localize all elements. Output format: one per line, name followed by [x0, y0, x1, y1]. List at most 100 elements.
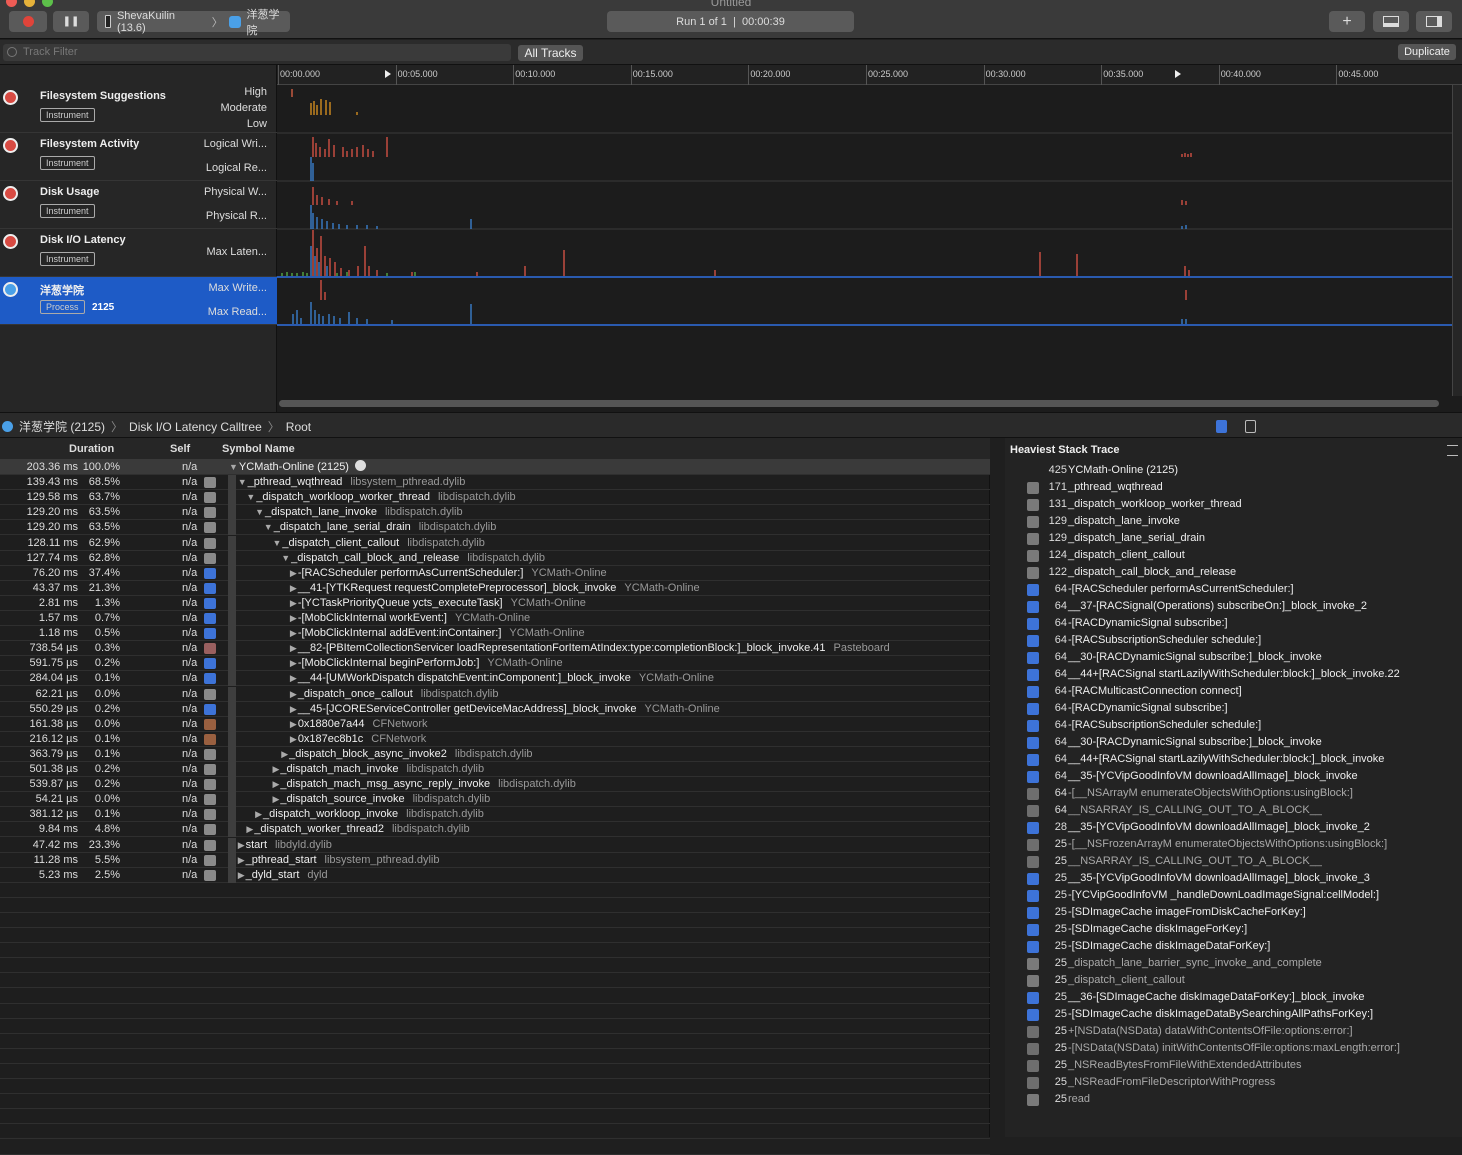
table-row[interactable]: 9.84 ms 4.8% n/a ▶_dispatch_worker_thread2 l…: [0, 822, 990, 838]
breadcrumb-calltree[interactable]: Disk I/O Latency Calltree: [129, 420, 262, 434]
table-row[interactable]: 47.42 ms 23.3% n/a ▶start libdyld.dylib: [0, 837, 990, 853]
table-row[interactable]: 591.75 µs 0.2% n/a ▶-[MobClickInternal begi…: [0, 656, 990, 672]
disclosure-closed-icon[interactable]: ▶: [238, 840, 245, 850]
disclosure-closed-icon[interactable]: ▶: [290, 613, 297, 623]
column-header-symbol[interactable]: Symbol Name: [222, 443, 295, 455]
stack-frame[interactable]: 25 -[__NSFrozenArrayM enumerateObjectsWit…: [1005, 836, 1462, 853]
stack-frame[interactable]: 122 _dispatch_call_block_and_release: [1005, 564, 1462, 581]
disclosure-closed-icon[interactable]: ▶: [290, 628, 297, 638]
stack-frame[interactable]: 425 YCMath-Online (2125): [1005, 462, 1462, 479]
record-button[interactable]: [9, 11, 47, 32]
toggle-detail-button[interactable]: [1373, 11, 1409, 32]
extended-detail-icon[interactable]: [1216, 420, 1227, 433]
stack-frame[interactable]: 25 _dispatch_lane_barrier_sync_invoke_and…: [1005, 955, 1462, 972]
breadcrumb-root[interactable]: Root: [286, 420, 311, 434]
stack-frame[interactable]: 25 -[SDImageCache diskImageDataForKey:]: [1005, 938, 1462, 955]
stack-frame[interactable]: 64 __NSARRAY_IS_CALLING_OUT_TO_A_BLOCK__: [1005, 802, 1462, 819]
stack-frame[interactable]: 131 _dispatch_workloop_worker_thread: [1005, 496, 1462, 513]
stack-frame[interactable]: 25 -[SDImageCache imageFromDiskCacheForKe…: [1005, 904, 1462, 921]
disclosure-closed-icon[interactable]: ▶: [290, 583, 297, 593]
disclosure-closed-icon[interactable]: ▶: [290, 704, 297, 714]
stack-frame[interactable]: 64 -[__NSArrayM enumerateObjectsWithOptio…: [1005, 785, 1462, 802]
stack-frame[interactable]: 64 -[RACSubscriptionScheduler schedule:]: [1005, 632, 1462, 649]
stack-frame[interactable]: 25 _dispatch_client_callout: [1005, 972, 1462, 989]
table-row[interactable]: 62.21 µs 0.0% n/a ▶_dispatch_once_callout li…: [0, 686, 990, 702]
add-instrument-button[interactable]: +: [1329, 11, 1365, 32]
marker-icon[interactable]: [1175, 70, 1181, 78]
disclosure-closed-icon[interactable]: ▶: [246, 824, 253, 834]
table-row[interactable]: 550.29 µs 0.2% n/a ▶__45-[JCOREServiceContr…: [0, 701, 990, 717]
stack-frame[interactable]: 25 __36-[SDImageCache diskImageDataForKey…: [1005, 989, 1462, 1006]
stack-frame[interactable]: 25 -[SDImageCache diskImageForKey:]: [1005, 921, 1462, 938]
column-header-self[interactable]: Self: [170, 443, 190, 455]
collapse-icon[interactable]: [1447, 445, 1458, 456]
stack-frame[interactable]: 25 _NSReadFromFileDescriptorWithProgress: [1005, 1074, 1462, 1091]
disclosure-closed-icon[interactable]: ▶: [273, 779, 280, 789]
timeline-ruler[interactable]: 00:00.000 00:05.000 00:10.000 00:15.000 00:2…: [277, 65, 1462, 85]
target-selector[interactable]: ShevaKuilin (13.6) 〉 洋葱学院: [97, 9, 290, 37]
marker-icon[interactable]: [385, 70, 391, 78]
disclosure-closed-icon[interactable]: ▶: [281, 749, 288, 759]
stack-frame[interactable]: 25 -[YCVipGoodInfoVM _handleDownLoadImage…: [1005, 887, 1462, 904]
table-row[interactable]: 5.23 ms 2.5% n/a ▶_dyld_start dyld: [0, 867, 990, 883]
disclosure-closed-icon[interactable]: ▶: [290, 658, 297, 668]
disclosure-closed-icon[interactable]: ▶: [273, 794, 280, 804]
table-row[interactable]: 43.37 ms 21.3% n/a ▶__41-[YTKRequest reques…: [0, 580, 990, 596]
disclosure-open-icon[interactable]: ▼: [229, 462, 238, 472]
table-row[interactable]: 76.20 ms 37.4% n/a ▶-[RACScheduler performA…: [0, 565, 990, 581]
disclosure-closed-icon[interactable]: ▶: [290, 598, 297, 608]
stack-frame[interactable]: 64 -[RACSubscriptionScheduler schedule:]: [1005, 717, 1462, 734]
track-disk-usage[interactable]: Disk Usage Instrument Physical W... Phys…: [0, 181, 277, 229]
table-row[interactable]: 129.58 ms 63.7% n/a ▼_dispatch_workloop_wor…: [0, 490, 990, 506]
timeline-plot[interactable]: [277, 85, 1452, 396]
table-row[interactable]: 129.20 ms 63.5% n/a ▼_dispatch_lane_invoke l…: [0, 505, 990, 521]
stack-frame[interactable]: 25 -[NSData(NSData) initWithContentsOfFil…: [1005, 1040, 1462, 1057]
table-row[interactable]: 128.11 ms 62.9% n/a ▼_dispatch_client_callo…: [0, 535, 990, 551]
disclosure-closed-icon[interactable]: ▶: [290, 568, 297, 578]
stack-frame[interactable]: 25 __35-[YCVipGoodInfoVM downloadAllImage…: [1005, 870, 1462, 887]
stack-frame[interactable]: 64 __37-[RACSignal(Operations) subscribeO…: [1005, 598, 1462, 615]
table-row[interactable]: 1.57 ms 0.7% n/a ▶-[MobClickInternal workEv…: [0, 611, 990, 626]
disclosure-open-icon[interactable]: ▼: [281, 553, 290, 563]
stack-frame[interactable]: 64 __30-[RACDynamicSignal subscribe:]_blo…: [1005, 734, 1462, 751]
stack-frame[interactable]: 64 __30-[RACDynamicSignal subscribe:]_blo…: [1005, 649, 1462, 666]
disclosure-open-icon[interactable]: ▼: [238, 477, 247, 487]
toggle-inspector-button[interactable]: [1416, 11, 1452, 32]
table-row[interactable]: 363.79 µs 0.1% n/a ▶_dispatch_block_async_i…: [0, 746, 990, 762]
table-row[interactable]: 539.87 µs 0.2% n/a ▶_dispatch_mach_msg_asyn…: [0, 777, 990, 793]
table-row[interactable]: 216.12 µs 0.1% n/a ▶0x187ec8b1c CFNetwork: [0, 731, 990, 747]
stack-frame[interactable]: 25 __NSARRAY_IS_CALLING_OUT_TO_A_BLOCK__: [1005, 853, 1462, 870]
track-filter-input[interactable]: Track Filter: [3, 44, 511, 61]
stack-frame[interactable]: 64 -[RACMulticastConnection connect]: [1005, 683, 1462, 700]
table-row[interactable]: 161.38 µs 0.0% n/a ▶0x1880e7a44 CFNetwork: [0, 716, 990, 732]
table-row[interactable]: 203.36 ms 100.0% n/a ▼YCMath-Online (2125): [0, 460, 990, 475]
table-row[interactable]: 127.74 ms 62.8% n/a ▼_dispatch_call_block_a…: [0, 550, 990, 566]
disclosure-closed-icon[interactable]: ▶: [290, 673, 297, 683]
stack-frame[interactable]: 64 __35-[YCVipGoodInfoVM downloadAllImage…: [1005, 768, 1462, 785]
stack-frame[interactable]: 25 -[SDImageCache diskImageDataBySearchin…: [1005, 1006, 1462, 1023]
disclosure-open-icon[interactable]: ▼: [255, 507, 264, 517]
track-filesystem-suggestions[interactable]: Filesystem Suggestions Instrument High M…: [0, 85, 277, 133]
pause-button[interactable]: ❚❚: [53, 11, 89, 32]
all-tracks-button[interactable]: All Tracks: [518, 45, 583, 61]
table-row[interactable]: 738.54 µs 0.3% n/a ▶__82-[PBItemCollectionS…: [0, 641, 990, 657]
disclosure-closed-icon[interactable]: ▶: [255, 809, 262, 819]
disclosure-closed-icon[interactable]: ▶: [238, 855, 245, 865]
table-row[interactable]: 129.20 ms 63.5% n/a ▼_dispatch_lane_serial_…: [0, 520, 990, 536]
stack-frame[interactable]: 25 read: [1005, 1091, 1462, 1108]
stack-frame[interactable]: 129 _dispatch_lane_invoke: [1005, 513, 1462, 530]
disclosure-closed-icon[interactable]: ▶: [273, 764, 280, 774]
column-header-duration[interactable]: Duration: [69, 443, 114, 455]
table-row[interactable]: 2.81 ms 1.3% n/a ▶-[YCTaskPriorityQueue yct…: [0, 595, 990, 611]
stack-frame[interactable]: 64 -[RACScheduler performAsCurrentSchedul…: [1005, 581, 1462, 598]
disclosure-closed-icon[interactable]: ▶: [290, 734, 297, 744]
horizontal-scrollbar[interactable]: [279, 400, 1439, 407]
track-filesystem-activity[interactable]: Filesystem Activity Instrument Logical W…: [0, 133, 277, 181]
disclosure-open-icon[interactable]: ▼: [273, 538, 282, 548]
disclosure-closed-icon[interactable]: ▶: [238, 870, 245, 880]
table-row[interactable]: 501.38 µs 0.2% n/a ▶_dispatch_mach_invoke li…: [0, 762, 990, 777]
vertical-scrollbar[interactable]: [1452, 85, 1462, 396]
stack-frame[interactable]: 171 _pthread_wqthread: [1005, 479, 1462, 496]
stack-frame[interactable]: 28 __35-[YCVipGoodInfoVM downloadAllImage…: [1005, 819, 1462, 836]
track-disk-io-latency[interactable]: Disk I/O Latency Instrument Max Laten...: [0, 229, 277, 277]
